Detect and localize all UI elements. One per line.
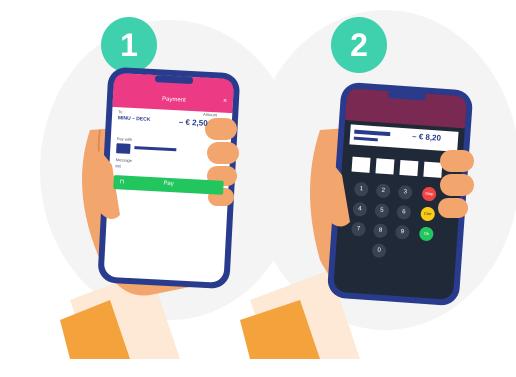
right-fingers <box>438 150 474 218</box>
illustration <box>60 67 474 359</box>
